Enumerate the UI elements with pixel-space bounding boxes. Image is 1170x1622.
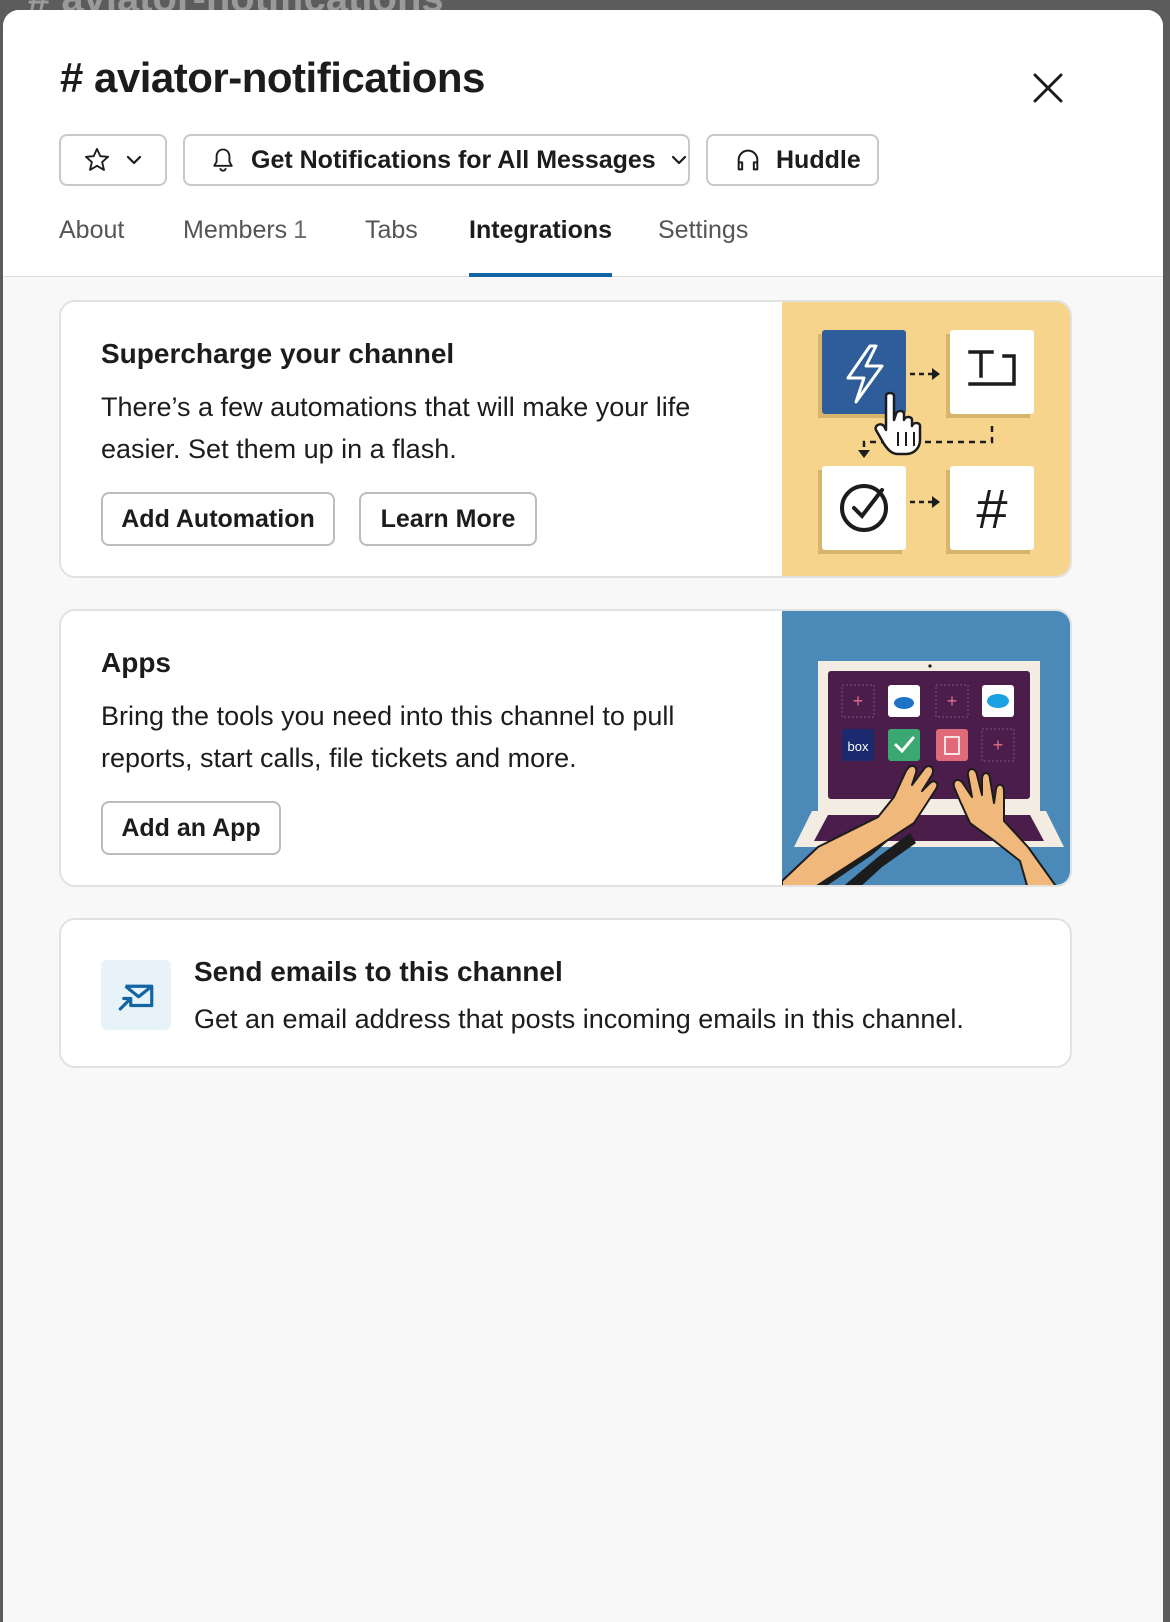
- star-icon: [84, 147, 110, 171]
- notifications-dropdown[interactable]: Get Notifications for All Messages: [183, 134, 690, 186]
- notifications-label: Get Notifications for All Messages: [251, 145, 656, 174]
- apps-illustration: + + box +: [782, 611, 1070, 885]
- svg-text:+: +: [853, 691, 864, 711]
- channel-details-modal: # aviator-notifications Get Notification…: [3, 10, 1163, 1622]
- tab-integrations[interactable]: Integrations: [469, 215, 613, 277]
- chevron-down-icon: [671, 155, 686, 165]
- modal-title: # aviator-notifications: [60, 54, 485, 101]
- bell-icon: [213, 148, 233, 172]
- learn-more-button[interactable]: Learn More: [359, 492, 537, 546]
- star-channel-button[interactable]: [59, 134, 167, 186]
- tab-members[interactable]: Members 1: [183, 215, 307, 275]
- svg-text:+: +: [993, 735, 1004, 755]
- tab-tabs[interactable]: Tabs: [365, 215, 418, 275]
- email-channel-card[interactable]: Send emails to this channel Get an email…: [59, 918, 1072, 1068]
- apps-card-description: Bring the tools you need into this chann…: [101, 701, 675, 773]
- close-button[interactable]: [1020, 60, 1076, 116]
- automation-card-title: Supercharge your channel: [101, 338, 455, 369]
- headphones-icon: [737, 149, 759, 171]
- tab-about[interactable]: About: [59, 215, 124, 275]
- apps-card-title: Apps: [101, 647, 171, 678]
- members-count: 1: [293, 216, 308, 244]
- automation-card: Supercharge your channel There’s a few a…: [59, 300, 1072, 578]
- active-tab-indicator: [469, 273, 613, 277]
- tab-bar: About Members 1 Tabs Integrations Setting…: [3, 215, 1163, 277]
- modal-header: # aviator-notifications Get Notification…: [3, 10, 1163, 277]
- incoming-email-icon: [118, 984, 154, 1011]
- huddle-label: Huddle: [776, 145, 861, 174]
- email-icon-container: [101, 960, 171, 1030]
- add-app-button[interactable]: Add an App: [101, 801, 281, 855]
- huddle-button[interactable]: Huddle: [706, 134, 879, 186]
- email-card-title: Send emails to this channel: [194, 956, 563, 987]
- svg-text:box: box: [848, 739, 869, 754]
- tab-settings[interactable]: Settings: [658, 215, 748, 275]
- svg-text:+: +: [947, 691, 958, 711]
- close-icon: [1033, 73, 1063, 103]
- add-automation-button[interactable]: Add Automation: [101, 492, 335, 546]
- apps-card: Apps Bring the tools you need into this …: [59, 609, 1072, 887]
- svg-text:#: #: [976, 477, 1007, 540]
- email-card-description: Get an email address that posts incoming…: [194, 1004, 964, 1034]
- automation-illustration: #: [782, 302, 1070, 576]
- chevron-down-icon: [126, 155, 142, 165]
- automation-card-description: There’s a few automations that will make…: [101, 392, 691, 464]
